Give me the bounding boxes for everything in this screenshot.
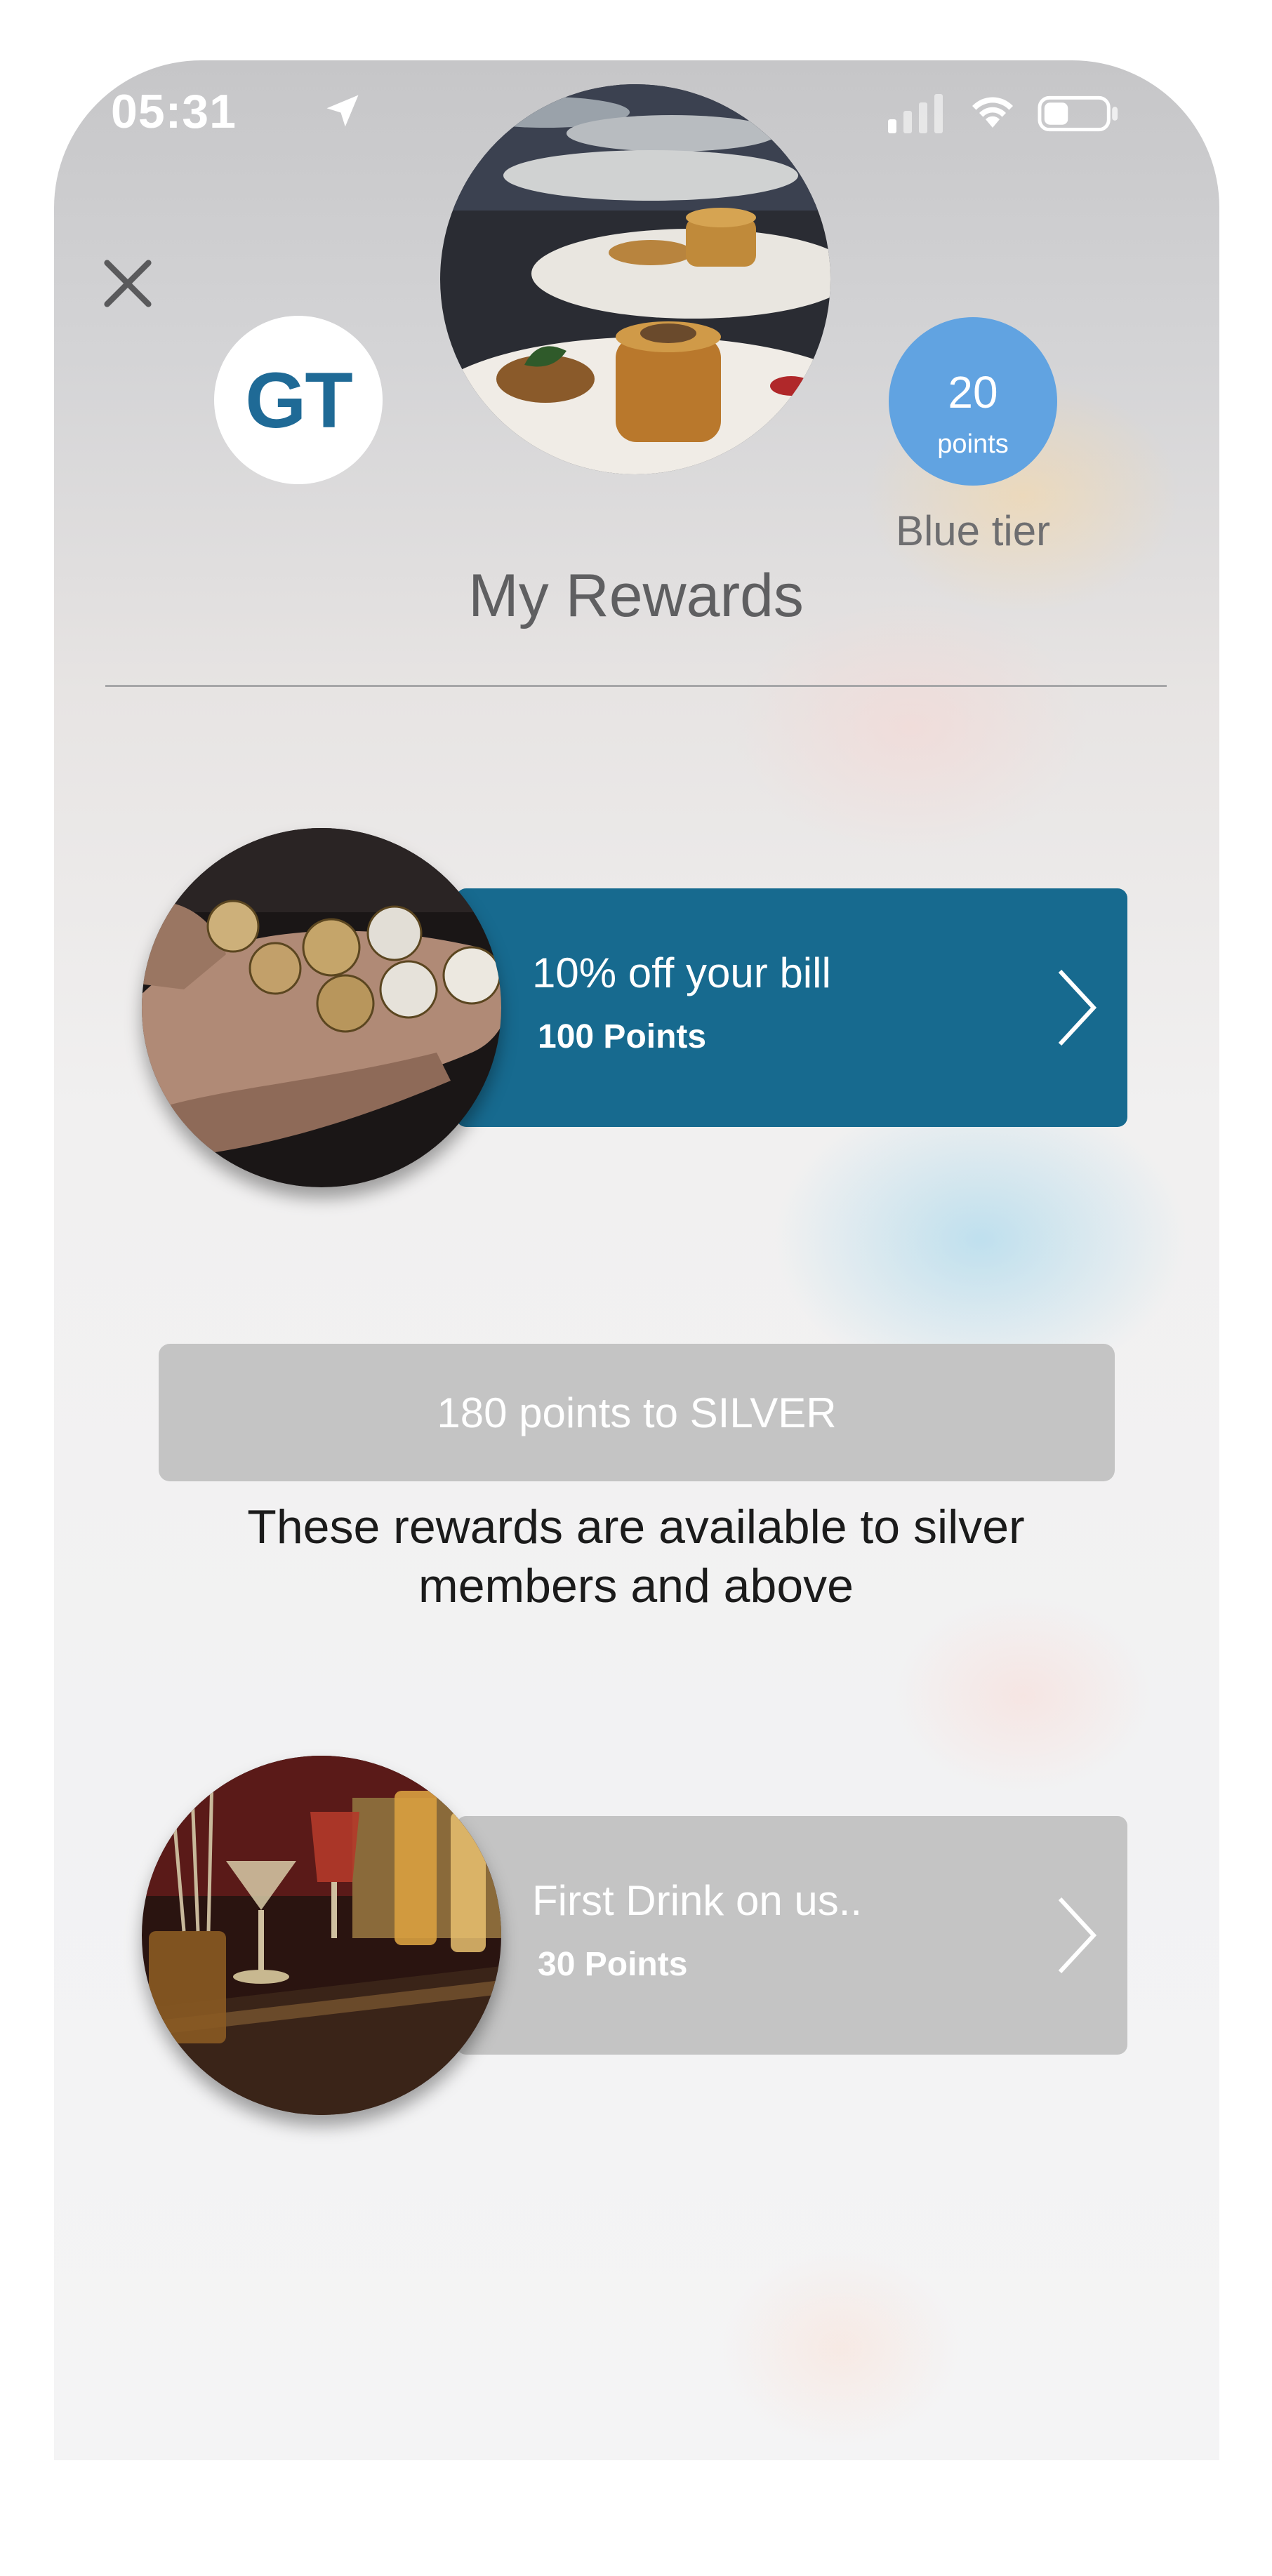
reward-card-first-drink[interactable]: First Drink on us.. 30 Points [456,1816,1127,2055]
close-icon[interactable] [98,254,157,313]
location-arrow-icon [326,95,359,127]
reward-points: 100 Points [538,1018,707,1055]
coins-in-hand-image [142,828,501,1187]
divider [105,685,1167,687]
points-unit: points [937,429,1009,459]
points-value: 20 [948,367,998,418]
tier-label: Blue tier [895,507,1051,554]
status-time: 05:31 [111,85,237,138]
reward-card-bill-discount[interactable]: 10% off your bill 100 Points [456,888,1127,1127]
page-title: My Rewards [468,562,804,629]
cocktails-bar-image [142,1756,501,2115]
reward-title: 10% off your bill [532,949,831,996]
points-badge: 20 points [889,317,1057,486]
chevron-right-icon [1058,1897,1097,1974]
reward-title: First Drink on us.. [532,1877,863,1924]
restaurant-food-image [440,84,830,474]
silver-progress-box: 180 points to SILVER [159,1344,1115,1481]
battery-icon [1038,95,1118,132]
reward-points: 30 Points [538,1946,688,1983]
user-avatar-initials[interactable]: GT [214,316,383,484]
wifi-icon [972,97,1013,128]
silver-notice: These rewards are available to silver me… [247,1500,1025,1613]
signal-icon [888,94,943,133]
chevron-right-icon [1058,969,1097,1046]
